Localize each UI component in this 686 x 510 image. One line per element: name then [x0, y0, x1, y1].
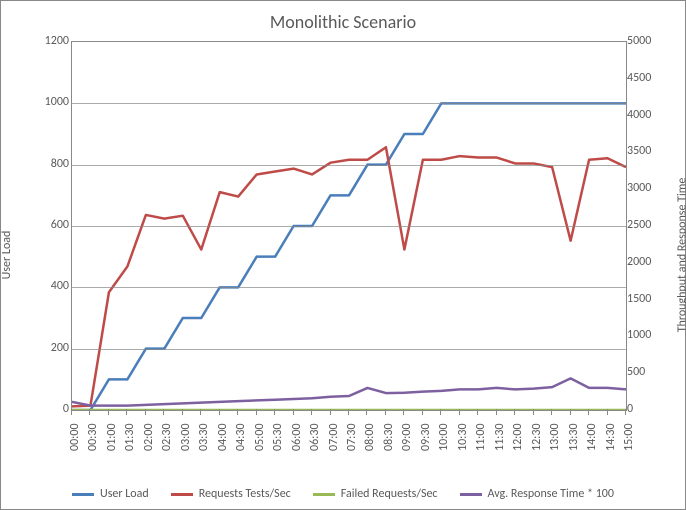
legend-item: Requests Tests/Sec: [171, 487, 291, 501]
x-tick: 08:00: [363, 423, 377, 451]
x-tick: 08:30: [382, 423, 396, 451]
y-axis-right-title: Throughput and Response Time: [676, 178, 686, 333]
x-tick: 14:30: [604, 423, 618, 451]
x-tick: 04:00: [216, 423, 230, 451]
legend-swatch: [460, 493, 482, 496]
y-right-tick: 4500: [627, 71, 665, 85]
x-tick: 03:30: [197, 423, 211, 451]
legend-label: Failed Requests/Sec: [341, 487, 438, 501]
legend-swatch: [313, 493, 335, 496]
plot-area: [71, 41, 627, 411]
x-tick: 00:30: [86, 423, 100, 451]
legend: User Load Requests Tests/Sec Failed Reques…: [1, 487, 685, 501]
legend-item: Failed Requests/Sec: [313, 487, 438, 501]
y-right-tick: 3000: [627, 181, 665, 195]
x-tick: 13:00: [548, 423, 562, 451]
x-tick: 11:30: [493, 423, 507, 451]
x-tick: 12:00: [511, 423, 525, 451]
x-tick: 06:00: [290, 423, 304, 451]
x-tick: 05:00: [253, 423, 267, 451]
x-tick: 04:30: [234, 423, 248, 451]
x-tick: 12:30: [530, 423, 544, 451]
y-left-tick: 1000: [29, 95, 69, 109]
y-right-tick: 3500: [627, 144, 665, 158]
legend-item: User Load: [72, 487, 149, 501]
x-tick: 02:30: [160, 423, 174, 451]
y-left-tick: 0: [29, 402, 69, 416]
x-tick: 09:00: [400, 423, 414, 451]
legend-swatch: [171, 493, 193, 496]
y-right-tick: 2000: [627, 255, 665, 269]
y-left-tick: 400: [29, 279, 69, 293]
x-tick: 13:30: [567, 423, 581, 451]
y-left-tick: 600: [29, 218, 69, 232]
x-tick: 01:00: [105, 423, 119, 451]
legend-label: User Load: [100, 487, 149, 501]
x-tick: 06:30: [308, 423, 322, 451]
chart-title: Monolithic Scenario: [1, 11, 685, 33]
legend-item: Avg. Response Time * 100: [460, 487, 614, 501]
chart-container: Monolithic Scenario User Load Throughput…: [0, 0, 686, 510]
x-tick: 14:00: [585, 423, 599, 451]
y-left-tick: 1200: [29, 34, 69, 48]
x-tick: 15:00: [622, 423, 636, 451]
x-tick: 05:30: [271, 423, 285, 451]
x-tick: 00:00: [68, 423, 82, 451]
y-left-tick: 800: [29, 157, 69, 171]
x-tick: 09:30: [419, 423, 433, 451]
x-tick: 07:30: [345, 423, 359, 451]
x-tick: 07:00: [327, 423, 341, 451]
y-right-tick: 500: [627, 365, 665, 379]
x-tick: 11:00: [474, 423, 488, 451]
x-tick: 03:00: [179, 423, 193, 451]
legend-label: Requests Tests/Sec: [199, 487, 291, 501]
y-right-tick: 1000: [627, 328, 665, 342]
y-right-tick: 5000: [627, 34, 665, 48]
legend-label: Avg. Response Time * 100: [488, 487, 614, 501]
x-tick: 10:30: [456, 423, 470, 451]
y-right-tick: 2500: [627, 218, 665, 232]
y-right-tick: 1500: [627, 292, 665, 306]
y-right-tick: 4000: [627, 108, 665, 122]
x-tick: 10:00: [437, 423, 451, 451]
x-tick-labels: 00:00 00:30 01:00 01:30 02:00 02:30 03:00 03:30…: [71, 413, 627, 463]
y-left-tick: 200: [29, 341, 69, 355]
x-tick: 01:30: [123, 423, 137, 451]
x-tick: 02:00: [142, 423, 156, 451]
y-axis-left-title: User Load: [0, 231, 14, 280]
y-right-tick: 0: [627, 402, 665, 416]
legend-swatch: [72, 493, 94, 496]
